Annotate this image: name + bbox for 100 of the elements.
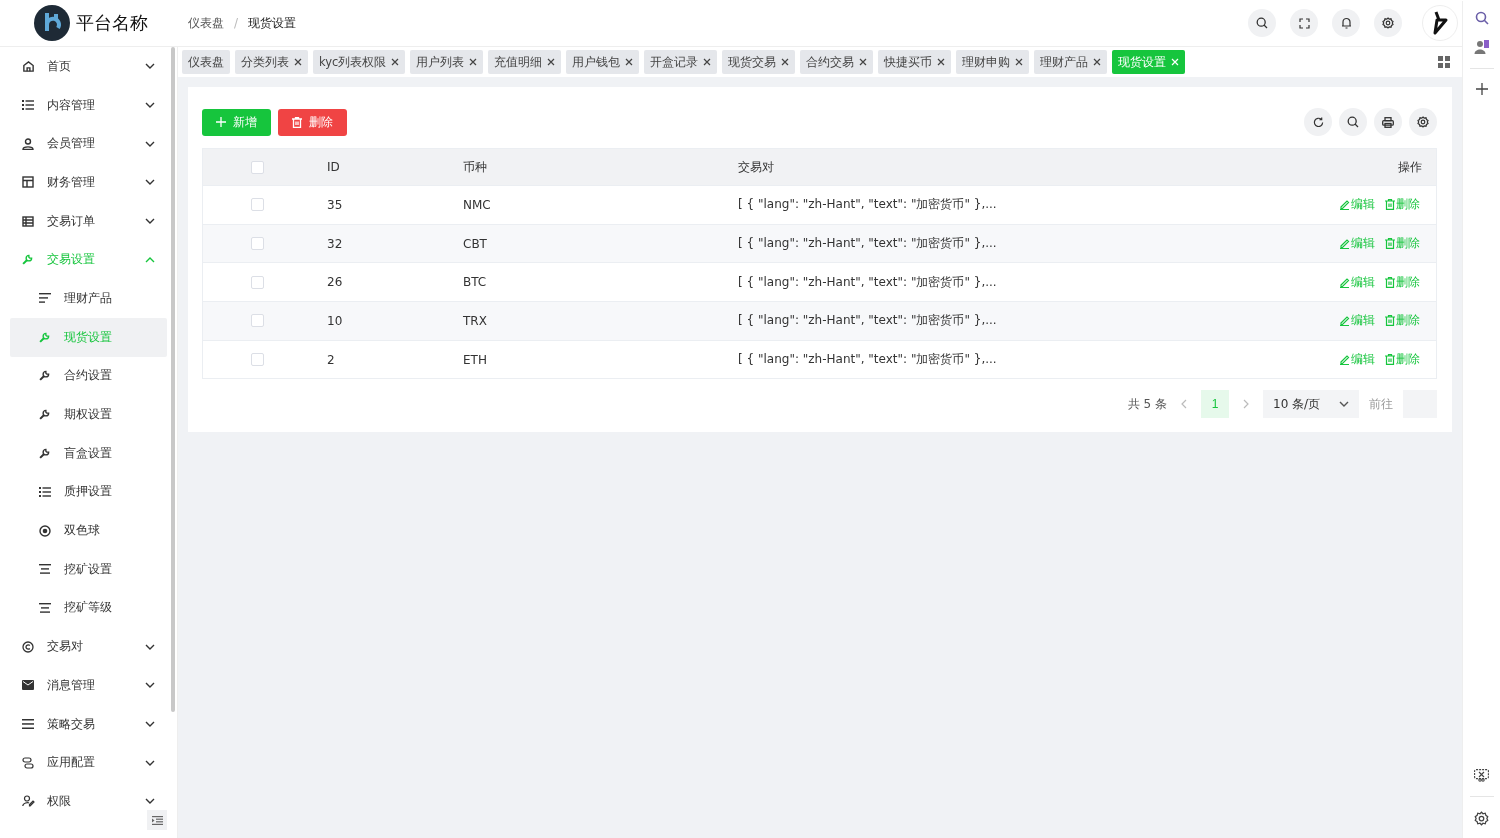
table-cell-text: [ { "lang": "zh-Hant", "text": "加密货币" },... bbox=[737, 351, 998, 369]
close-icon[interactable] bbox=[781, 58, 790, 66]
search-button[interactable] bbox=[1248, 9, 1276, 37]
table-cell-text: ETH bbox=[462, 352, 488, 367]
page-tab[interactable]: 开盒记录 bbox=[644, 50, 718, 74]
sidebar-submenu-item[interactable]: 双色球 bbox=[10, 511, 167, 550]
close-icon[interactable] bbox=[294, 58, 302, 66]
settings-button[interactable] bbox=[1409, 108, 1437, 136]
table-cell-text: NMC bbox=[462, 197, 492, 212]
wrench-icon bbox=[39, 409, 50, 421]
chevron-down-icon bbox=[145, 721, 155, 728]
page-tab[interactable]: 用户钱包 bbox=[566, 50, 640, 74]
close-icon[interactable] bbox=[391, 58, 400, 66]
page-tab[interactable]: 现货交易 bbox=[722, 50, 796, 74]
close-icon[interactable] bbox=[859, 58, 868, 66]
sidebar-menu-item[interactable]: 权限 bbox=[10, 782, 167, 821]
sidebar-submenu-item[interactable]: 理财产品 bbox=[10, 279, 167, 318]
collapse-sidebar-button[interactable] bbox=[147, 810, 167, 830]
close-icon[interactable] bbox=[547, 58, 556, 66]
platform-name: 平台名称 bbox=[76, 11, 148, 35]
table-icon bbox=[22, 215, 34, 227]
notification-button[interactable] bbox=[1332, 9, 1360, 37]
user-icon bbox=[22, 137, 34, 150]
chevron-left-icon bbox=[1181, 399, 1187, 410]
delete-button[interactable]: 删除 bbox=[278, 108, 347, 136]
pencil-icon bbox=[1339, 315, 1350, 327]
plus-icon[interactable] bbox=[1475, 83, 1488, 95]
close-icon[interactable] bbox=[469, 58, 478, 66]
settings-button[interactable] bbox=[1374, 9, 1402, 37]
sidebar-submenu-item[interactable]: 挖矿等级 bbox=[10, 588, 167, 628]
page-tab[interactable]: 仪表盘 bbox=[182, 50, 230, 74]
grid-icon[interactable] bbox=[1438, 56, 1450, 68]
page-tab[interactable]: 合约交易 bbox=[800, 50, 874, 74]
scrollbar[interactable] bbox=[171, 47, 175, 712]
sidebar-menu-item[interactable]: 策略交易 bbox=[10, 704, 167, 744]
table-cell-text: 32 bbox=[326, 236, 344, 251]
wrench-icon bbox=[39, 370, 50, 382]
sidebar-menu-item[interactable]: 应用配置 bbox=[10, 743, 167, 783]
refresh-button[interactable] bbox=[1304, 108, 1332, 136]
trash-icon bbox=[1385, 315, 1395, 327]
select-all-checkbox[interactable] bbox=[250, 160, 264, 174]
table-cell-text: [ { "lang": "zh-Hant", "text": "加密货币" },... bbox=[737, 273, 998, 291]
pencil-icon bbox=[1339, 199, 1350, 211]
pencil-icon bbox=[1339, 276, 1350, 288]
align-center-icon bbox=[39, 564, 51, 575]
trash-icon bbox=[1385, 199, 1395, 211]
row-checkbox[interactable] bbox=[250, 314, 264, 328]
page-tab[interactable]: 快捷买币 bbox=[878, 50, 952, 74]
table-cell-text: 2 bbox=[326, 352, 336, 367]
row-checkbox[interactable] bbox=[250, 198, 264, 212]
search-icon[interactable] bbox=[1474, 11, 1489, 25]
close-icon[interactable] bbox=[937, 58, 946, 66]
close-icon[interactable] bbox=[703, 58, 712, 66]
page-tab[interactable]: 理财产品 bbox=[1034, 50, 1108, 74]
print-button[interactable] bbox=[1374, 108, 1402, 136]
search-icon bbox=[1256, 17, 1268, 29]
sidebar-submenu-item[interactable]: 质押设置 bbox=[10, 472, 167, 512]
page-tab[interactable]: kyc列表权限 bbox=[313, 50, 406, 74]
column-header: ID bbox=[326, 160, 341, 174]
close-icon[interactable] bbox=[1093, 58, 1102, 66]
chevron-down-icon bbox=[145, 140, 155, 147]
close-icon[interactable] bbox=[625, 58, 634, 66]
sidebar-submenu-item[interactable]: 期权设置 bbox=[10, 395, 167, 434]
sidebar-submenu-item[interactable]: 盲盒设置 bbox=[10, 433, 167, 473]
home-icon bbox=[22, 59, 35, 73]
plus-icon bbox=[216, 117, 226, 127]
page-tab[interactable]: 用户列表 bbox=[410, 50, 484, 74]
row-checkbox[interactable] bbox=[250, 237, 264, 251]
settings-icon[interactable] bbox=[1474, 811, 1489, 826]
stack-icon bbox=[22, 756, 34, 769]
sidebar-menu-item[interactable]: 会员管理 bbox=[10, 124, 167, 164]
search-button[interactable] bbox=[1339, 108, 1367, 136]
pencil-icon bbox=[1339, 354, 1350, 366]
sidebar-menu-item[interactable]: 消息管理 bbox=[10, 666, 167, 705]
sidebar-menu-item[interactable]: 内容管理 bbox=[10, 85, 167, 125]
sidebar-submenu-item[interactable]: 挖矿设置 bbox=[10, 549, 167, 589]
page-tab[interactable]: 理财申购 bbox=[956, 50, 1030, 74]
row-checkbox[interactable] bbox=[250, 275, 264, 289]
page-tab[interactable]: 充值明细 bbox=[488, 50, 562, 74]
sidebar-submenu-item[interactable]: 合约设置 bbox=[10, 356, 167, 396]
sidebar-menu-item[interactable]: 交易对 bbox=[10, 627, 167, 666]
users-icon[interactable] bbox=[1473, 39, 1490, 54]
sidebar-menu-item[interactable]: 财务管理 bbox=[10, 163, 167, 202]
wrench-icon bbox=[39, 331, 50, 343]
sidebar-menu-item[interactable]: 交易订单 bbox=[10, 201, 167, 241]
breadcrumb-link[interactable]: 仪表盘 bbox=[188, 14, 224, 32]
screen-cast-icon[interactable] bbox=[1474, 769, 1489, 782]
sidebar-menu-item[interactable]: 首页 bbox=[10, 47, 167, 86]
close-icon[interactable] bbox=[1015, 58, 1024, 66]
chevron-down-icon bbox=[145, 218, 155, 225]
page-tab[interactable]: 分类列表 bbox=[235, 50, 308, 74]
logo-icon bbox=[34, 5, 70, 41]
row-checkbox[interactable] bbox=[250, 353, 264, 367]
table-cell-text: 35 bbox=[326, 197, 344, 212]
bell-icon bbox=[1340, 17, 1352, 29]
page-size-select[interactable]: 10 条/页 bbox=[1263, 390, 1359, 419]
table-cell-text: TRX bbox=[462, 313, 488, 328]
settings-icon bbox=[1417, 116, 1429, 128]
fullscreen-button[interactable] bbox=[1290, 9, 1318, 37]
user-avatar[interactable] bbox=[1422, 5, 1458, 41]
